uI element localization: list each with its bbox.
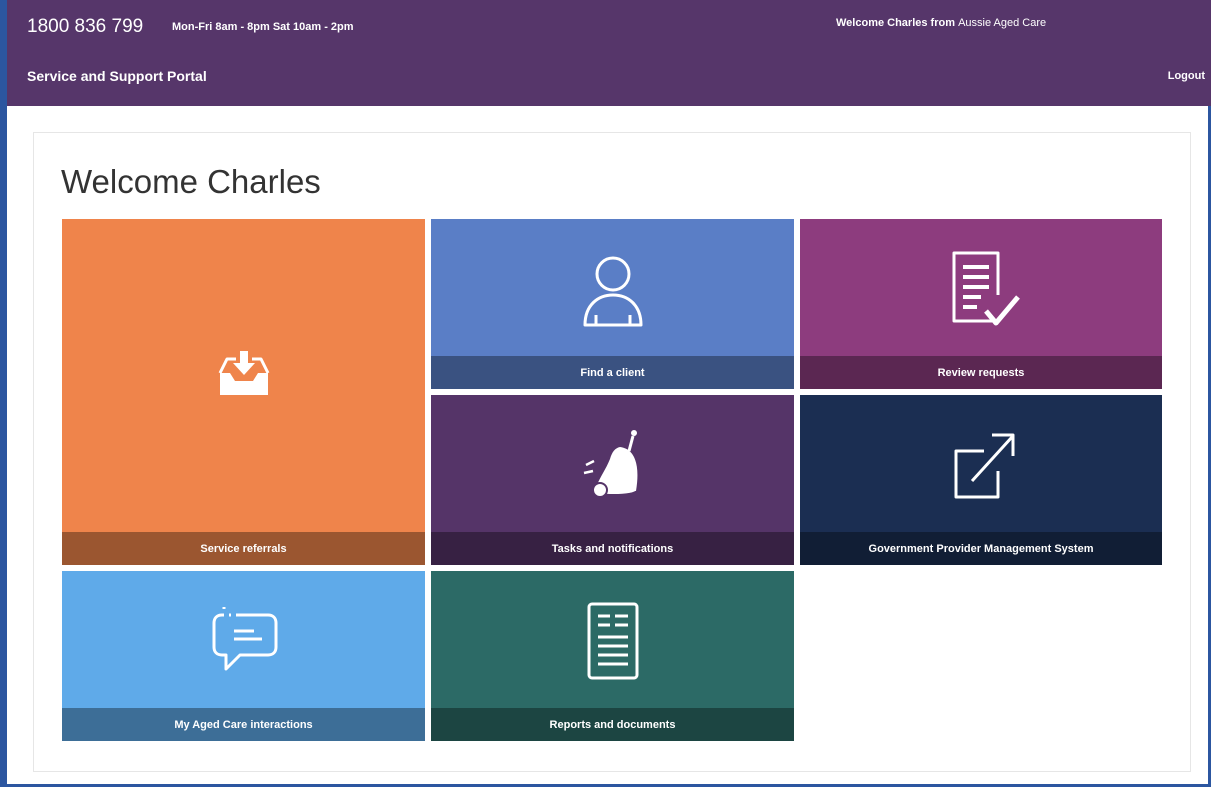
phone-number: 1800 836 799 (27, 16, 144, 37)
tile-label: Review requests (800, 356, 1162, 389)
tile-label: Government Provider Management System (800, 532, 1162, 565)
tile-service-referrals[interactable]: Service referrals (62, 219, 425, 565)
tile-my-aged-care-interactions[interactable]: My Aged Care interactions (62, 571, 425, 741)
tile-government-provider-management-system[interactable]: Government Provider Management System (800, 395, 1162, 565)
tile-label: Tasks and notifications (431, 532, 794, 565)
inbox-download-icon (218, 351, 270, 395)
portal-title: Service and Support Portal (27, 68, 207, 84)
tile-tasks-and-notifications[interactable]: Tasks and notifications (431, 395, 794, 565)
external-link-icon (954, 433, 1015, 499)
tile-review-requests[interactable]: Review requests (800, 219, 1162, 389)
business-hours: Mon-Fri 8am - 8pm Sat 10am - 2pm (172, 21, 354, 33)
report-document-icon (587, 602, 639, 680)
logout-link[interactable]: Logout (1168, 70, 1205, 82)
page-title: Welcome Charles (61, 163, 321, 200)
tile-label: Find a client (431, 356, 794, 389)
person-icon (583, 256, 643, 327)
left-edge (0, 0, 7, 787)
welcome-prefix: Welcome Charles from (836, 17, 956, 29)
tile-label: Reports and documents (431, 708, 794, 741)
tile-find-a-client[interactable]: Find a client (431, 219, 794, 389)
welcome-message: Welcome Charles from Aussie Aged Care (836, 17, 1046, 29)
document-check-icon (952, 251, 1020, 326)
chat-bubble-icon (212, 607, 278, 671)
tile-label: Service referrals (62, 532, 425, 565)
tile-label: My Aged Care interactions (62, 708, 425, 741)
bell-icon (583, 430, 638, 498)
tile-reports-and-documents[interactable]: Reports and documents (431, 571, 794, 741)
organisation-name: Aussie Aged Care (958, 17, 1047, 29)
top-bar: 1800 836 799 Mon-Fri 8am - 8pm Sat 10am … (7, 0, 1211, 106)
